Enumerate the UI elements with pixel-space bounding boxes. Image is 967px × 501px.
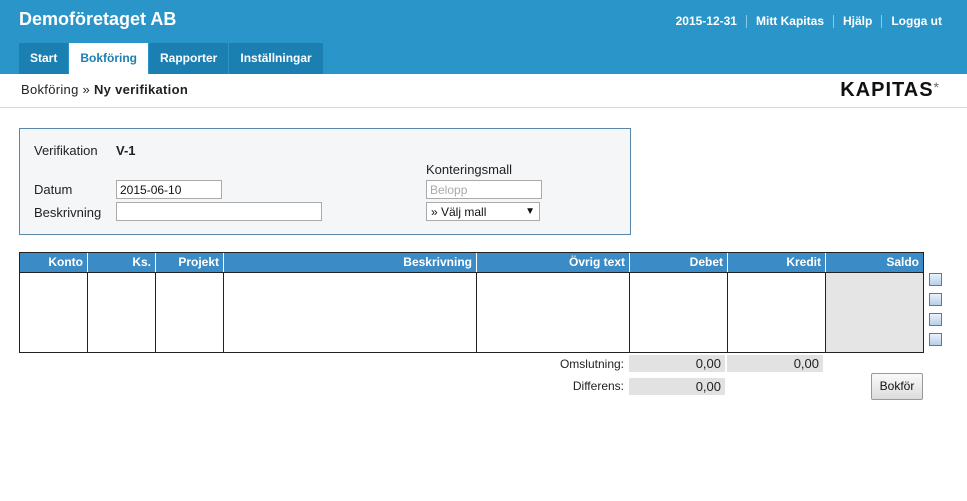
beskrivning-cell[interactable]	[224, 272, 477, 352]
verification-label: Verifikation	[34, 143, 98, 158]
main-tabs: Start Bokföring Rapporter Inställningar	[19, 43, 324, 74]
row-icon[interactable]	[929, 273, 942, 286]
tab-rapporter[interactable]: Rapporter	[149, 43, 230, 74]
debet-cell[interactable]	[630, 272, 728, 352]
column-header: Beskrivning	[224, 253, 477, 272]
table-header: Konto Ks. Projekt Beskrivning Övrig text…	[20, 253, 923, 272]
my-kapitas-link[interactable]: Mitt Kapitas	[756, 14, 824, 28]
kredit-cell[interactable]	[728, 272, 826, 352]
company-name: Demoföretaget AB	[19, 9, 177, 29]
top-links: 2015-12-31 Mitt Kapitas Hjälp Logga ut	[676, 14, 942, 28]
divider	[745, 14, 747, 28]
column-header: Projekt	[156, 253, 224, 272]
date-field[interactable]	[116, 180, 222, 199]
ks-cell[interactable]	[88, 272, 156, 352]
projekt-cell[interactable]	[156, 272, 224, 352]
column-header: Kredit	[728, 253, 826, 272]
entry-table: Konto Ks. Projekt Beskrivning Övrig text…	[19, 252, 924, 353]
amount-field[interactable]	[426, 180, 542, 199]
top-header: Demoföretaget AB 2015-12-31 Mitt Kapitas…	[0, 0, 967, 74]
tab-installningar[interactable]: Inställningar	[229, 43, 324, 74]
divider	[833, 14, 834, 28]
turnover-credit: 0,00	[727, 355, 823, 372]
column-header: Debet	[630, 253, 728, 272]
breadcrumb-separator: »	[78, 82, 94, 97]
row-actions	[929, 273, 942, 353]
saldo-column-bg	[826, 272, 923, 352]
konto-cell[interactable]	[20, 272, 88, 352]
book-button[interactable]: Bokför	[871, 373, 923, 400]
breadcrumb-bar: Bokföring » Ny verifikation KAPITAS*	[0, 74, 967, 108]
turnover-debit: 0,00	[629, 355, 725, 372]
description-label: Beskrivning	[34, 205, 102, 220]
breadcrumb-current: Ny verifikation	[93, 82, 189, 97]
divider	[881, 14, 883, 28]
chevron-down-icon: ▼	[525, 206, 535, 217]
column-header: Övrig text	[477, 253, 630, 272]
row-icon[interactable]	[929, 313, 942, 326]
verification-form: Verifikation V-1 Datum Beskrivning Konte…	[19, 128, 631, 235]
date-label: Datum	[34, 182, 73, 197]
template-select-value: » Välj mall	[431, 204, 487, 219]
tab-start[interactable]: Start	[19, 43, 70, 74]
ovrig-text-cell[interactable]	[477, 272, 630, 352]
breadcrumb-parent[interactable]: Bokföring	[21, 82, 79, 97]
column-header: Saldo	[886, 255, 919, 269]
difference-label: Differens:	[572, 379, 624, 393]
column-header: Konto	[20, 253, 88, 272]
template-select[interactable]: » Välj mall ▼	[426, 202, 540, 221]
row-icon[interactable]	[929, 333, 942, 346]
breadcrumb: Bokföring » Ny verifikation	[21, 82, 188, 97]
help-link[interactable]: Hjälp	[843, 14, 872, 28]
verification-number: V-1	[116, 143, 136, 158]
logout-link[interactable]: Logga ut	[891, 14, 942, 28]
tab-bokforing[interactable]: Bokföring	[69, 43, 150, 74]
template-label: Konteringsmall	[426, 162, 512, 177]
logo-text: KAPITAS	[840, 79, 934, 101]
description-field[interactable]	[116, 202, 322, 221]
logo-star-icon: *	[933, 79, 940, 95]
kapitas-logo: KAPITAS*	[840, 79, 940, 102]
row-icon[interactable]	[929, 293, 942, 306]
current-date: 2015-12-31	[675, 14, 737, 28]
difference-value: 0,00	[629, 378, 725, 395]
column-header: Ks.	[88, 253, 156, 272]
turnover-label: Omslutning:	[559, 357, 624, 371]
